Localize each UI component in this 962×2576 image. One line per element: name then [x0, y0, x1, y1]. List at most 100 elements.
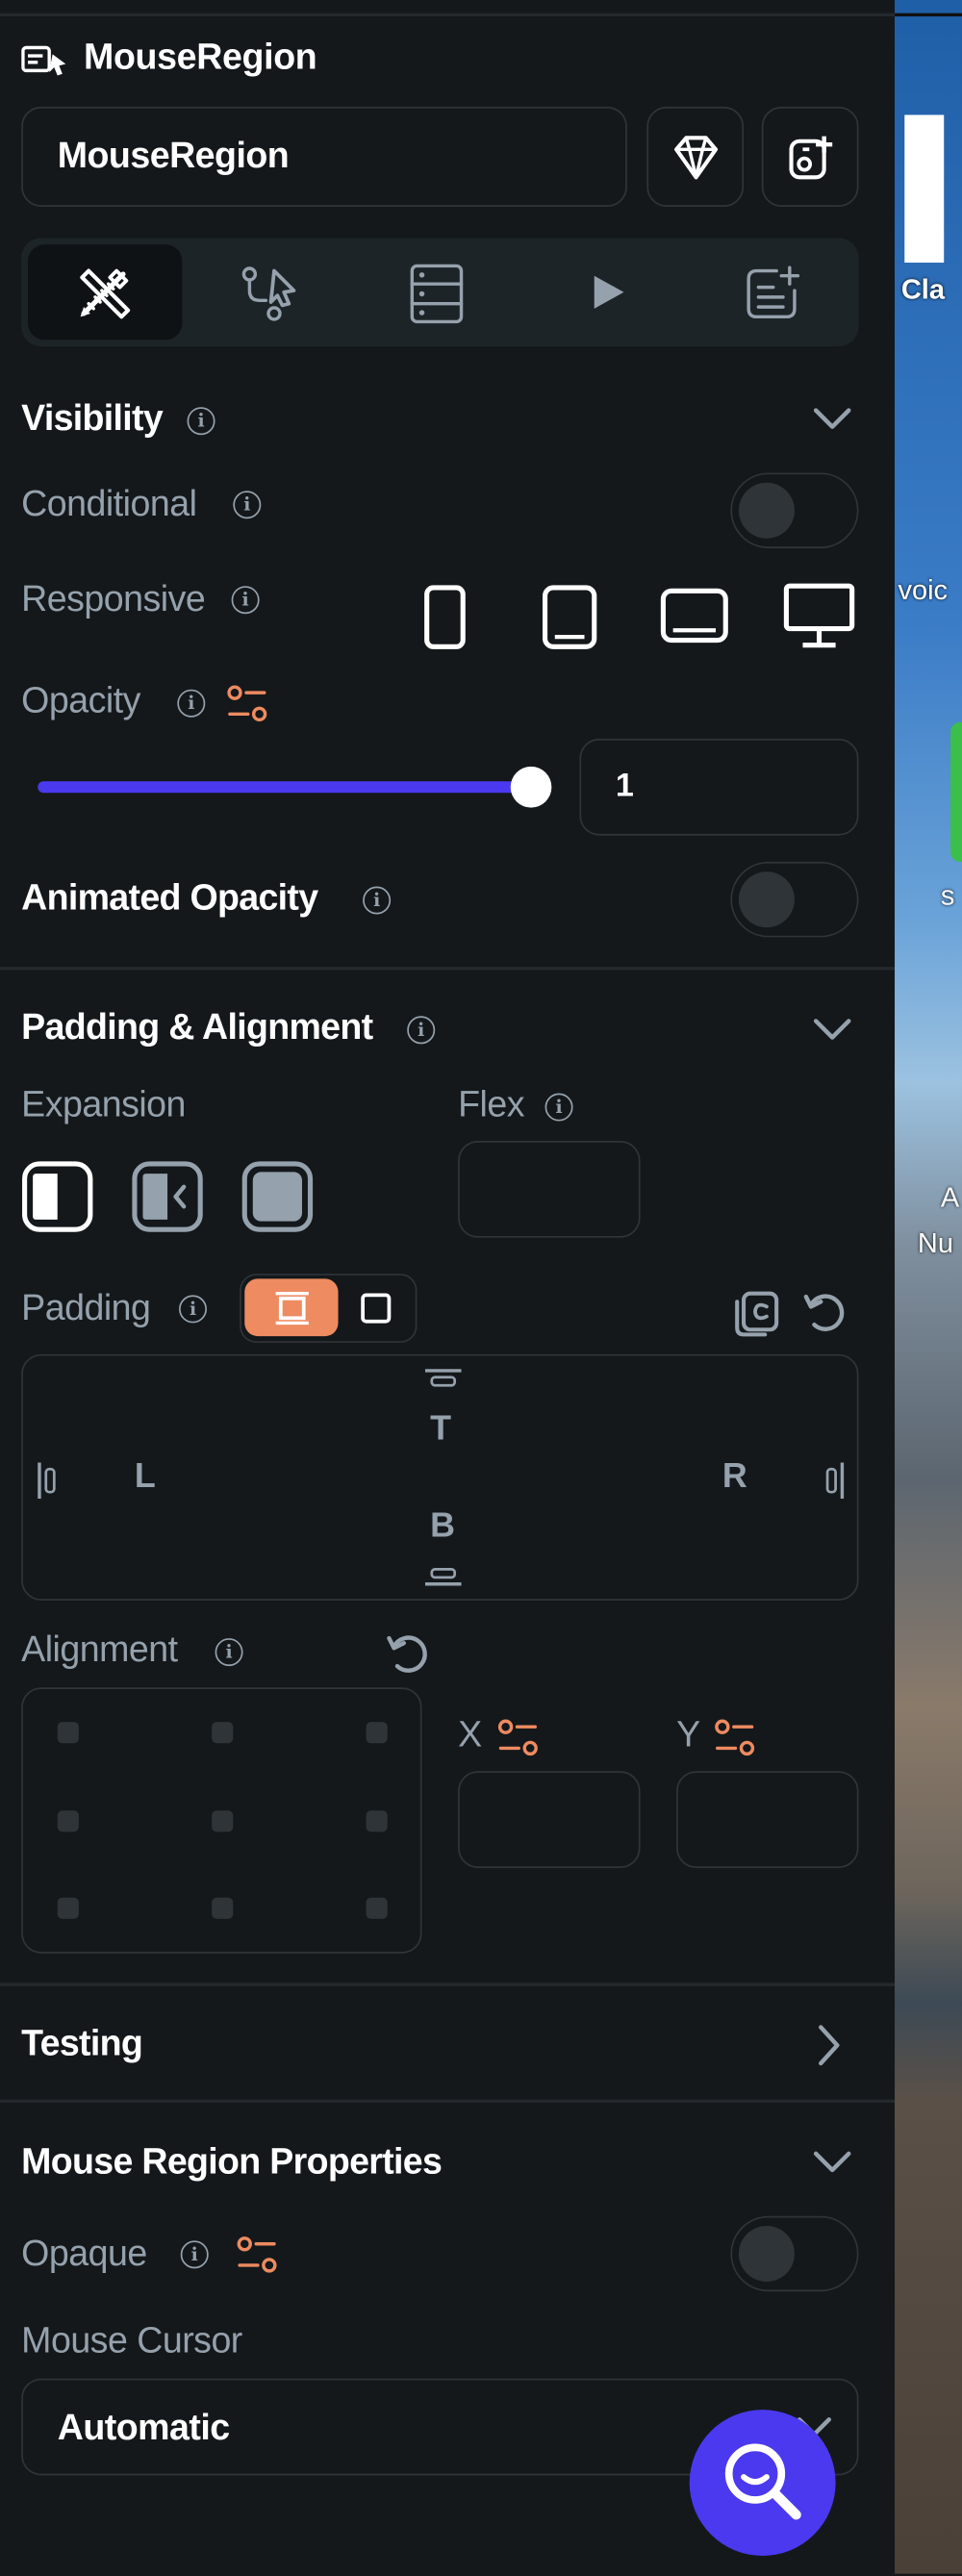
info-icon[interactable]: i	[233, 491, 262, 519]
info-icon[interactable]: i	[177, 689, 206, 718]
add-document-icon	[747, 265, 800, 319]
opacity-input[interactable]: 1	[579, 738, 859, 836]
widget-title: MouseRegion	[84, 36, 317, 78]
app-window: MouseRegion MouseRegion Visibility i Con…	[0, 0, 962, 2574]
desktop-label: A	[940, 1181, 960, 1214]
chevron-down-icon[interactable]	[811, 2147, 853, 2177]
tab-add-document[interactable]	[671, 244, 852, 340]
add-component-icon	[789, 136, 833, 180]
align-bottom-center[interactable]	[212, 1897, 234, 1919]
padding-left-handle[interactable]	[35, 1461, 58, 1501]
info-icon[interactable]: i	[187, 407, 215, 436]
testing-section-title[interactable]: Testing	[21, 2022, 143, 2064]
padding-bottom-handle[interactable]	[423, 1566, 463, 1589]
alignment-y-input[interactable]	[676, 1771, 859, 1868]
floating-search-button[interactable]	[689, 2410, 836, 2556]
desktop-background: Cla voic s A Nu	[895, 0, 962, 2574]
variable-settings-icon[interactable]	[235, 2235, 281, 2277]
opacity-slider-track[interactable]	[38, 781, 531, 794]
properties-panel: MouseRegion MouseRegion Visibility i Con…	[0, 0, 896, 2574]
opaque-toggle[interactable]	[730, 2215, 859, 2292]
variable-settings-icon[interactable]	[225, 683, 271, 725]
opacity-value: 1	[615, 768, 634, 805]
padding-bottom-label[interactable]: B	[430, 1507, 455, 1547]
conditional-toggle[interactable]	[730, 472, 859, 548]
paint-palette-icon	[80, 268, 131, 319]
alignment-grid	[21, 1687, 422, 1954]
info-icon[interactable]: i	[179, 1295, 208, 1324]
square-icon	[361, 1293, 392, 1324]
info-icon[interactable]: i	[231, 586, 260, 615]
search-icon	[724, 2443, 801, 2520]
tab-run[interactable]	[511, 244, 665, 340]
padding-right-label[interactable]: R	[722, 1457, 747, 1497]
info-icon[interactable]: i	[544, 1093, 573, 1122]
padding-top-handle[interactable]	[423, 1366, 463, 1389]
alignment-x-input[interactable]	[458, 1771, 641, 1868]
property-tabs	[21, 238, 859, 347]
premium-button[interactable]	[646, 106, 745, 208]
desktop-icon[interactable]	[781, 581, 856, 650]
chevron-down-icon[interactable]	[811, 1015, 853, 1045]
responsive-label: Responsive	[21, 577, 206, 619]
tablet-landscape-icon[interactable]	[658, 586, 730, 644]
desktop-app-icon[interactable]	[950, 721, 962, 862]
padding-editor: T L R B	[21, 1353, 859, 1601]
padding-top-label[interactable]: T	[430, 1410, 451, 1450]
padding-mode-individual[interactable]	[342, 1278, 412, 1336]
align-center-left[interactable]	[57, 1810, 79, 1832]
variable-settings-icon[interactable]	[713, 1717, 759, 1759]
expansion-min-icon[interactable]	[21, 1160, 93, 1232]
add-to-library-button[interactable]	[761, 106, 859, 208]
window-edge	[895, 13, 962, 17]
animated-opacity-toggle[interactable]	[730, 861, 859, 938]
phone-icon[interactable]	[422, 583, 468, 652]
toggle-knob	[738, 482, 795, 539]
flex-input[interactable]	[458, 1141, 641, 1238]
padding-mode-all[interactable]	[244, 1278, 339, 1337]
expansion-expanded-icon[interactable]	[241, 1160, 314, 1232]
padding-alignment-section-title: Padding & Alignment	[21, 1006, 373, 1048]
align-bottom-left[interactable]	[57, 1897, 79, 1919]
visibility-section-title: Visibility	[21, 396, 164, 439]
actions-flow-icon	[241, 266, 296, 321]
padding-label: Padding	[21, 1286, 151, 1328]
chevron-down-icon[interactable]	[811, 404, 853, 434]
widget-name-field[interactable]: MouseRegion	[21, 106, 627, 208]
info-icon[interactable]: i	[363, 886, 392, 915]
reset-icon[interactable]	[384, 1630, 430, 1677]
align-center[interactable]	[212, 1810, 234, 1832]
align-top-center[interactable]	[212, 1722, 234, 1744]
variable-settings-icon[interactable]	[495, 1717, 542, 1759]
top-divider	[0, 13, 896, 17]
chevron-right-icon[interactable]	[814, 2022, 844, 2068]
info-icon[interactable]: i	[407, 1016, 436, 1045]
alignment-y-label: Y	[676, 1713, 700, 1755]
desktop-label: Nu	[917, 1227, 954, 1259]
desktop-app-icon[interactable]	[904, 114, 945, 264]
info-icon[interactable]: i	[215, 1638, 243, 1667]
info-icon[interactable]: i	[180, 2240, 209, 2269]
padding-left-label[interactable]: L	[135, 1457, 156, 1497]
align-bottom-right[interactable]	[366, 1897, 388, 1919]
align-top-right[interactable]	[366, 1722, 388, 1744]
tab-actions[interactable]	[189, 244, 342, 340]
expansion-flexible-icon[interactable]	[132, 1160, 204, 1232]
copy-icon[interactable]	[732, 1289, 781, 1338]
desktop-label: voic	[898, 574, 949, 606]
opacity-slider-thumb[interactable]	[510, 766, 552, 808]
tablet-icon[interactable]	[540, 583, 598, 652]
diamond-icon	[674, 136, 719, 180]
mouse-region-section-title: Mouse Region Properties	[21, 2140, 443, 2182]
backend-query-icon	[410, 264, 464, 324]
reset-icon[interactable]	[801, 1289, 848, 1335]
tab-properties[interactable]	[28, 244, 183, 341]
section-divider	[0, 967, 896, 971]
align-top-left[interactable]	[57, 1722, 79, 1744]
align-center-right[interactable]	[366, 1810, 388, 1832]
alignment-x-label: X	[458, 1713, 482, 1755]
mouse-cursor-label: Mouse Cursor	[21, 2319, 242, 2361]
tab-backend-query[interactable]	[349, 244, 503, 340]
section-divider	[0, 2099, 896, 2104]
padding-right-handle[interactable]	[824, 1461, 848, 1501]
